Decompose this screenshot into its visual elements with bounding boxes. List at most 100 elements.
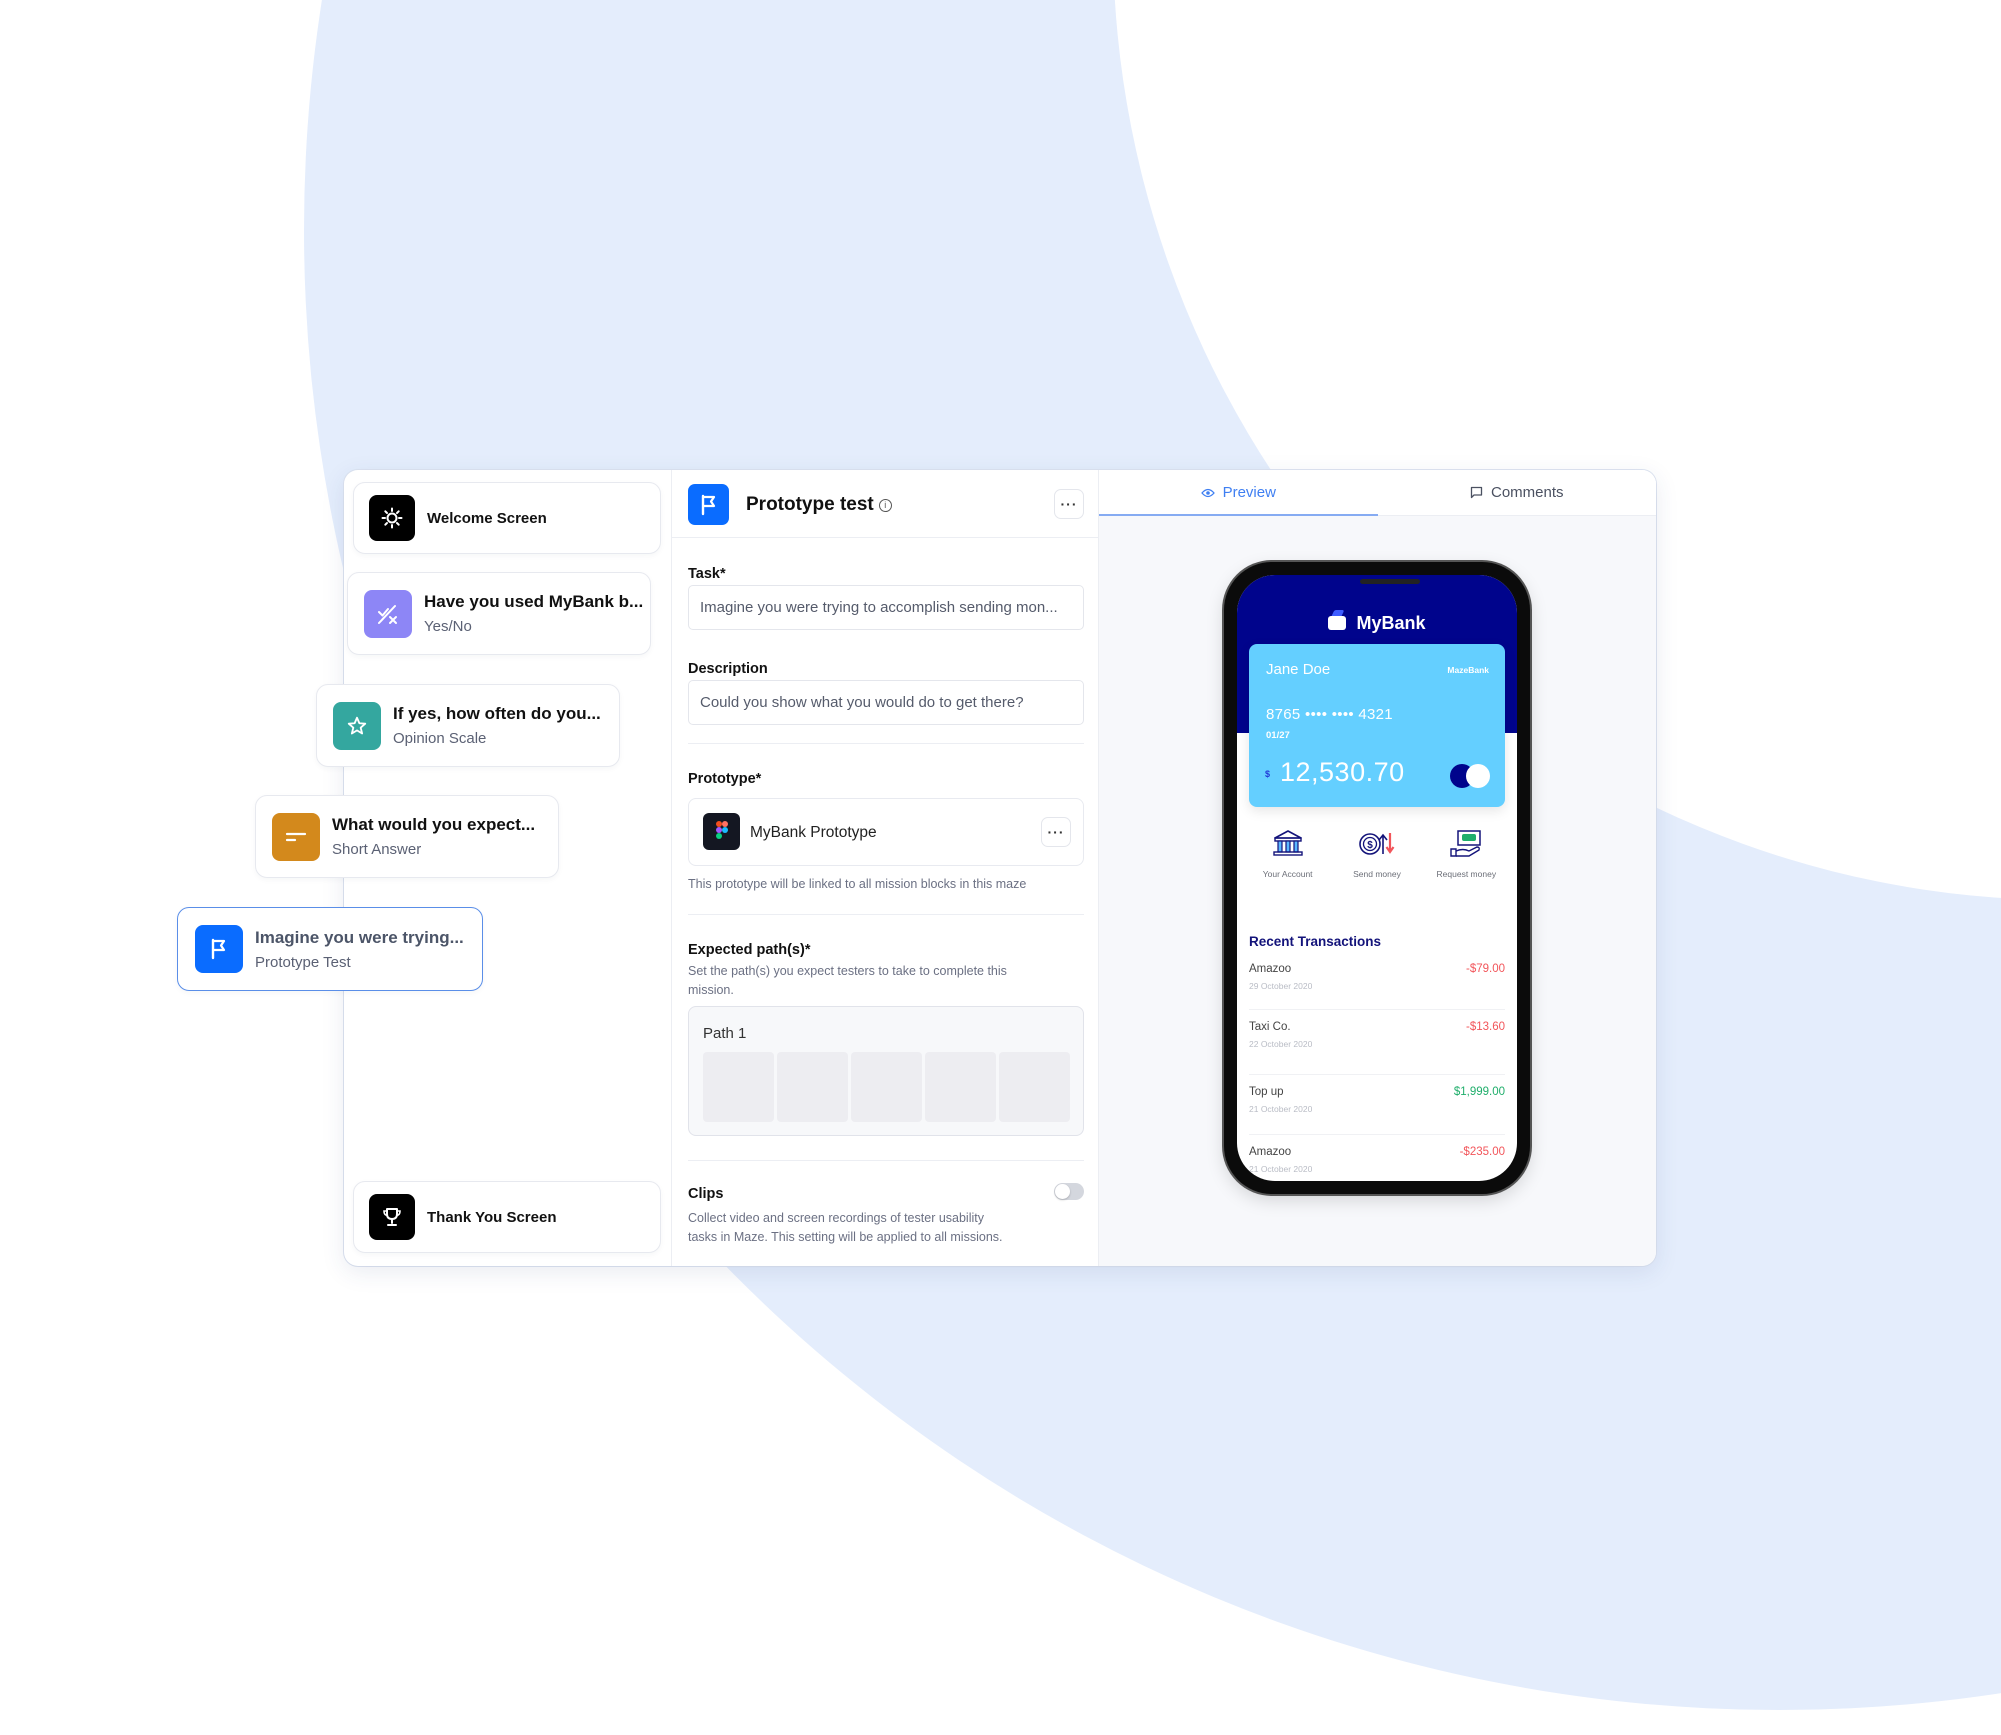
editor-title-text: Prototype test — [746, 494, 874, 515]
help-line: Collect video and screen recordings of t… — [688, 1211, 984, 1225]
path-name: Path 1 — [703, 1025, 747, 1042]
short-answer-icon — [272, 812, 320, 861]
card-brand: MazeBank — [1447, 665, 1489, 675]
divider — [688, 914, 1084, 915]
block-type: Opinion Scale — [393, 730, 487, 747]
preview-panel: Preview Comments MyBank Jane Doe MazeBan… — [1099, 470, 1656, 1266]
help-line: mission. — [688, 983, 734, 997]
sun-icon — [369, 495, 415, 541]
block-text: What would you expect... Short Answer — [332, 815, 535, 858]
request-money-icon — [1426, 827, 1506, 861]
transaction-amount: -$79.00 — [1465, 963, 1505, 975]
recent-transactions-title: Recent Transactions — [1249, 934, 1382, 949]
divider — [688, 1160, 1084, 1161]
transaction-amount: $1,999.00 — [1453, 1086, 1505, 1098]
prototype-card[interactable]: MyBank Prototype ··· — [688, 798, 1084, 866]
clips-label: Clips — [688, 1186, 724, 1202]
card-balance: 12,530.70 — [1280, 757, 1405, 787]
block-text: Welcome Screen — [427, 510, 547, 527]
tab-label: Comments — [1490, 484, 1564, 501]
prototype-help-text: This prototype will be linked to all mis… — [688, 877, 1027, 891]
block-title: Thank You Screen — [427, 1208, 557, 1226]
transaction-date: 29 October 2020 — [1249, 981, 1313, 991]
path-screens — [703, 1052, 1070, 1122]
block-title: Welcome Screen — [427, 509, 547, 527]
svg-text:$: $ — [1367, 840, 1373, 851]
tab-preview[interactable]: Preview — [1099, 470, 1378, 516]
action-label: Your Account — [1262, 869, 1313, 879]
path-screen-slot[interactable] — [851, 1052, 922, 1122]
eye-icon — [1200, 488, 1215, 498]
prototype-more-button[interactable]: ··· — [1041, 817, 1071, 847]
editor-header: Prototype test i ··· — [672, 470, 1098, 538]
editor-title: Prototype test i — [746, 494, 892, 516]
block-title: Imagine you were trying... — [255, 927, 464, 947]
transaction-name: Amazoo — [1249, 963, 1292, 975]
expected-paths-help-text: Set the path(s) you expect testers to ta… — [688, 962, 1007, 1000]
prototype-name: MyBank Prototype — [750, 824, 877, 841]
tab-label: Preview — [1222, 484, 1276, 501]
expected-paths-label: Expected path(s)* — [688, 942, 811, 958]
clips-help-text: Collect video and screen recordings of t… — [688, 1209, 1003, 1247]
block-title: If yes, how often do you... — [393, 704, 601, 723]
tab-comments[interactable]: Comments — [1378, 470, 1657, 515]
transaction-name: Amazoo — [1249, 1146, 1292, 1158]
path-card[interactable]: Path 1 — [688, 1006, 1084, 1136]
transaction-amount: -$13.60 — [1465, 1021, 1505, 1033]
transaction-row[interactable]: Top up 21 October 2020 $1,999.00 — [1249, 1086, 1505, 1135]
block-type: Prototype Test — [255, 953, 351, 971]
action-label: Send money — [1353, 869, 1401, 879]
transaction-date: 22 October 2020 — [1249, 1039, 1313, 1049]
block-type: Short Answer — [332, 841, 422, 858]
transaction-row[interactable]: Amazoo 29 October 2020 -$79.00 — [1249, 963, 1505, 1010]
path-screen-slot[interactable] — [777, 1052, 848, 1122]
send-money-icon: $ — [1337, 827, 1417, 861]
block-title: What would you expect... — [332, 815, 536, 834]
card-holder: Jane Doe — [1266, 661, 1331, 678]
path-screen-slot[interactable] — [999, 1052, 1070, 1122]
block-editor: Prototype test i ··· Task* Imagine you we… — [672, 470, 1099, 1266]
clips-toggle[interactable] — [1054, 1183, 1084, 1200]
block-short-answer[interactable]: What would you expect... Short Answer — [255, 795, 559, 878]
transaction-row[interactable]: Amazoo 21 October 2020 -$235.00 — [1249, 1146, 1505, 1181]
help-line: Set the path(s) you expect testers to ta… — [688, 964, 1007, 978]
prototype-label: Prototype* — [688, 771, 762, 787]
block-title: Have you used MyBank b... — [424, 592, 644, 611]
transaction-name: Taxi Co. — [1249, 1021, 1291, 1033]
phone-screen[interactable]: MyBank Jane Doe MazeBank 8765 •••• •••• … — [1237, 575, 1517, 1181]
yes-no-icon — [364, 589, 412, 638]
description-input[interactable]: Could you show what you would do to get … — [688, 680, 1084, 725]
phone-frame: MyBank Jane Doe MazeBank 8765 •••• •••• … — [1224, 562, 1530, 1194]
block-text: Imagine you were trying... Prototype Tes… — [255, 928, 464, 971]
currency-symbol: $ — [1265, 769, 1271, 779]
app-title: MyBank — [1237, 613, 1517, 634]
block-welcome-screen[interactable]: Welcome Screen — [353, 482, 661, 554]
block-type: Yes/No — [424, 618, 472, 635]
transaction-date: 21 October 2020 — [1249, 1164, 1313, 1174]
card-toggle-icon[interactable] — [1450, 764, 1490, 788]
card-expiry: 01/27 — [1266, 730, 1290, 741]
bank-card[interactable]: Jane Doe MazeBank 8765 •••• •••• 4321 01… — [1249, 644, 1505, 807]
action-label: Request money — [1436, 869, 1497, 879]
transaction-date: 21 October 2020 — [1249, 1104, 1313, 1114]
block-more-button[interactable]: ··· — [1054, 489, 1084, 519]
action-send-money[interactable]: $ Send money — [1337, 827, 1417, 879]
info-icon[interactable]: i — [878, 499, 892, 512]
block-opinion-scale[interactable]: If yes, how often do you... Opinion Scal… — [316, 684, 620, 767]
transaction-name: Top up — [1249, 1086, 1284, 1098]
action-request-money[interactable]: Request money — [1426, 827, 1506, 879]
task-input[interactable]: Imagine you were trying to accomplish se… — [688, 585, 1084, 630]
action-your-account[interactable]: Your Account — [1248, 827, 1328, 879]
path-screen-slot[interactable] — [925, 1052, 996, 1122]
figma-icon — [703, 813, 740, 850]
wallet-icon — [1328, 616, 1347, 630]
transaction-row[interactable]: Taxi Co. 22 October 2020 -$13.60 — [1249, 1021, 1505, 1075]
quick-actions: Your Account $ Send money Request money — [1237, 827, 1517, 879]
block-yes-no[interactable]: Have you used MyBank b... Yes/No — [347, 572, 651, 655]
flag-icon — [688, 484, 729, 525]
block-prototype-test[interactable]: Imagine you were trying... Prototype Tes… — [177, 907, 483, 991]
block-thank-you-screen[interactable]: Thank You Screen — [353, 1181, 661, 1253]
path-screen-slot[interactable] — [703, 1052, 774, 1122]
task-label: Task* — [688, 566, 726, 582]
phone-speaker — [1360, 579, 1420, 584]
